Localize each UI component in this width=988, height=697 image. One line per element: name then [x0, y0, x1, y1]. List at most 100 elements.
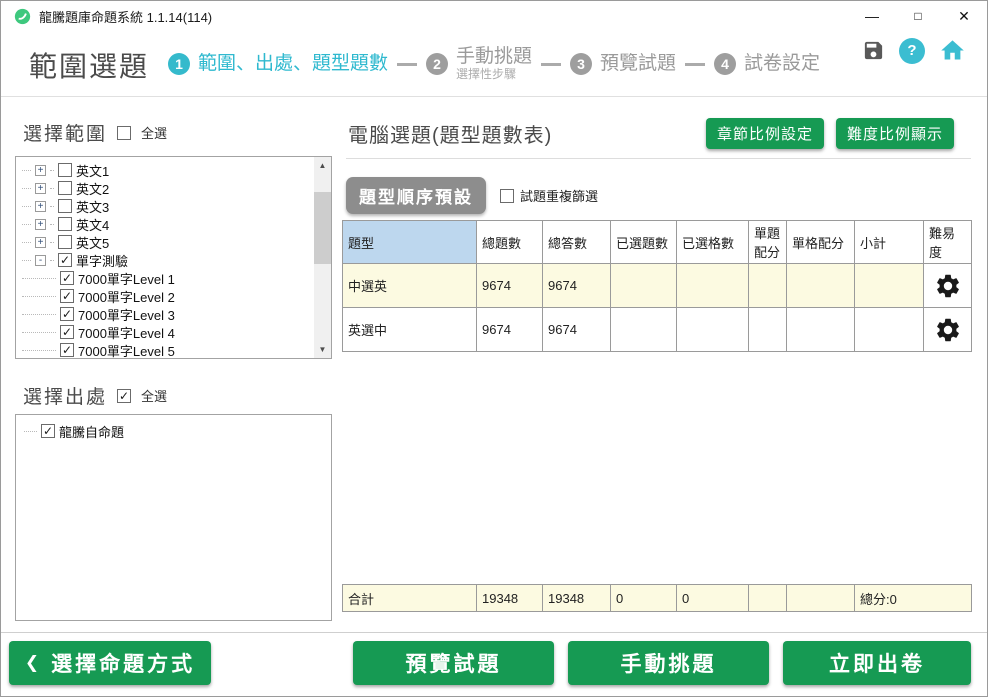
difficulty-gear-icon[interactable] [934, 268, 962, 303]
back-to-mode-button[interactable]: ❮ 選擇命題方式 [9, 641, 211, 685]
expand-icon[interactable]: + [35, 165, 46, 176]
save-icon[interactable] [862, 39, 885, 62]
manual-pick-button[interactable]: 手動挑題 [568, 641, 769, 685]
cell-answers: 9674 [543, 308, 611, 352]
cell-selected-input[interactable] [611, 264, 677, 308]
page-title: 範圍選題 [29, 45, 149, 85]
home-icon[interactable] [939, 37, 966, 64]
cell-per-question-score-input[interactable] [749, 264, 787, 308]
cell-selected-input[interactable] [611, 308, 677, 352]
chapter-ratio-button[interactable]: 章節比例設定 [706, 118, 824, 149]
tree-item[interactable]: 7000單字Level 5 [22, 341, 331, 359]
range-title: 選擇範圍 [23, 119, 107, 146]
maximize-button[interactable]: □ [895, 1, 941, 31]
col-header-subtotal: 小計 [855, 221, 924, 264]
scroll-up-icon[interactable]: ▲ [314, 157, 331, 174]
cell-per-question-score-input[interactable] [749, 308, 787, 352]
col-header-total: 總題數 [477, 221, 543, 264]
tree-item[interactable]: +英文5 [22, 233, 331, 251]
checkbox[interactable] [58, 217, 72, 231]
tree-item[interactable]: 7000單字Level 1 [22, 269, 331, 287]
duplicate-filter-checkbox[interactable] [500, 189, 514, 203]
preview-questions-button[interactable]: 預覽試題 [353, 641, 554, 685]
generate-exam-button[interactable]: 立即出卷 [783, 641, 971, 685]
totals-selected-cells: 0 [677, 585, 749, 612]
col-header-type: 題型 [343, 221, 477, 264]
checkbox[interactable] [58, 253, 72, 267]
checkbox[interactable] [60, 271, 74, 285]
expand-icon[interactable]: + [35, 201, 46, 212]
divider [346, 158, 971, 159]
totals-per-cell [787, 585, 855, 612]
step-1-badge: 1 [168, 53, 190, 75]
checkbox[interactable] [41, 424, 55, 438]
col-header-selected-cells: 已選格數 [677, 221, 749, 264]
cell-selected-cells-input[interactable] [677, 308, 749, 352]
source-select-all-checkbox[interactable] [117, 389, 131, 403]
cell-per-cell-score-input[interactable] [787, 308, 855, 352]
checkbox[interactable] [58, 199, 72, 213]
close-button[interactable]: ✕ [941, 1, 987, 31]
scrollbar-track[interactable] [314, 174, 331, 341]
divider [1, 632, 987, 633]
step-4-settings[interactable]: 4 試卷設定 [714, 53, 820, 75]
range-select-all-checkbox[interactable] [117, 126, 131, 140]
scrollbar-thumb[interactable] [314, 192, 331, 264]
question-type-table: 題型 總題數 總答數 已選題數 已選格數 單題配分 單格配分 小計 難易度 中選… [342, 220, 972, 352]
checkbox[interactable] [58, 163, 72, 177]
checkbox[interactable] [58, 235, 72, 249]
cell-selected-cells-input[interactable] [677, 264, 749, 308]
tree-item[interactable]: -單字測驗 [22, 251, 331, 269]
step-3-label: 預覽試題 [600, 53, 676, 75]
app-window: 龍騰題庫命題系統 1.1.14(114) — □ ✕ 範圍選題 1 範圍、出處、… [0, 0, 988, 697]
tree-item[interactable]: +英文4 [22, 215, 331, 233]
tree-item[interactable]: 7000單字Level 2 [22, 287, 331, 305]
col-header-per-cell-score: 單格配分 [787, 221, 855, 264]
tree-item[interactable]: 7000單字Level 3 [22, 305, 331, 323]
expand-icon[interactable]: + [35, 183, 46, 194]
totals-per-question [749, 585, 787, 612]
collapse-icon[interactable]: - [35, 255, 46, 266]
table-row: 中選英 9674 9674 [343, 264, 972, 308]
cell-type: 中選英 [343, 264, 477, 308]
tree-item[interactable]: 龍騰自命題 [24, 422, 331, 440]
step-3-preview[interactable]: 3 預覽試題 [570, 53, 676, 75]
step-2-manual[interactable]: 2 手動挑題 選擇性步驟 [426, 46, 532, 82]
range-tree: +英文1 +英文2 +英文3 +英文4 +英文5 -單字測驗 7000單字Lev… [15, 156, 332, 359]
totals-score: 總分:0 [855, 585, 972, 612]
step-1-label: 範圍、出處、題型題數 [198, 53, 388, 75]
tree-item[interactable]: +英文2 [22, 179, 331, 197]
difficulty-gear-icon[interactable] [934, 312, 962, 347]
step-separator [685, 63, 705, 66]
app-logo-icon [14, 8, 31, 25]
checkbox[interactable] [60, 325, 74, 339]
tree-scrollbar[interactable]: ▲ ▼ [314, 157, 331, 358]
tree-item[interactable]: +英文1 [22, 161, 331, 179]
range-select-all-label: 全選 [141, 123, 167, 142]
step-4-label: 試卷設定 [744, 53, 820, 75]
expand-icon[interactable]: + [35, 237, 46, 248]
col-header-answers: 總答數 [543, 221, 611, 264]
tree-item[interactable]: 7000單字Level 4 [22, 323, 331, 341]
type-order-default-button[interactable]: 題型順序預設 [346, 177, 486, 214]
difficulty-ratio-button[interactable]: 難度比例顯示 [836, 118, 954, 149]
tree-item[interactable]: +英文3 [22, 197, 331, 215]
cell-answers: 9674 [543, 264, 611, 308]
expand-icon[interactable]: + [35, 219, 46, 230]
wizard-stepper: 1 範圍、出處、題型題數 2 手動挑題 選擇性步驟 3 預覽試題 4 試卷設定 [168, 39, 820, 89]
help-icon[interactable]: ? [899, 38, 925, 64]
computer-select-title: 電腦選題(題型題數表) [348, 119, 552, 148]
step-4-badge: 4 [714, 53, 736, 75]
checkbox[interactable] [60, 307, 74, 321]
cell-per-cell-score-input[interactable] [787, 264, 855, 308]
checkbox[interactable] [58, 181, 72, 195]
totals-selected: 0 [611, 585, 677, 612]
totals-row: 合計 19348 19348 0 0 總分:0 [343, 585, 972, 612]
minimize-button[interactable]: — [849, 1, 895, 31]
step-1-range[interactable]: 1 範圍、出處、題型題數 [168, 53, 388, 75]
checkbox[interactable] [60, 289, 74, 303]
source-section-header: 選擇出處 全選 [23, 382, 167, 409]
checkbox[interactable] [60, 343, 74, 357]
scroll-down-icon[interactable]: ▼ [314, 341, 331, 358]
title-bar: 龍騰題庫命題系統 1.1.14(114) — □ ✕ [1, 1, 987, 31]
